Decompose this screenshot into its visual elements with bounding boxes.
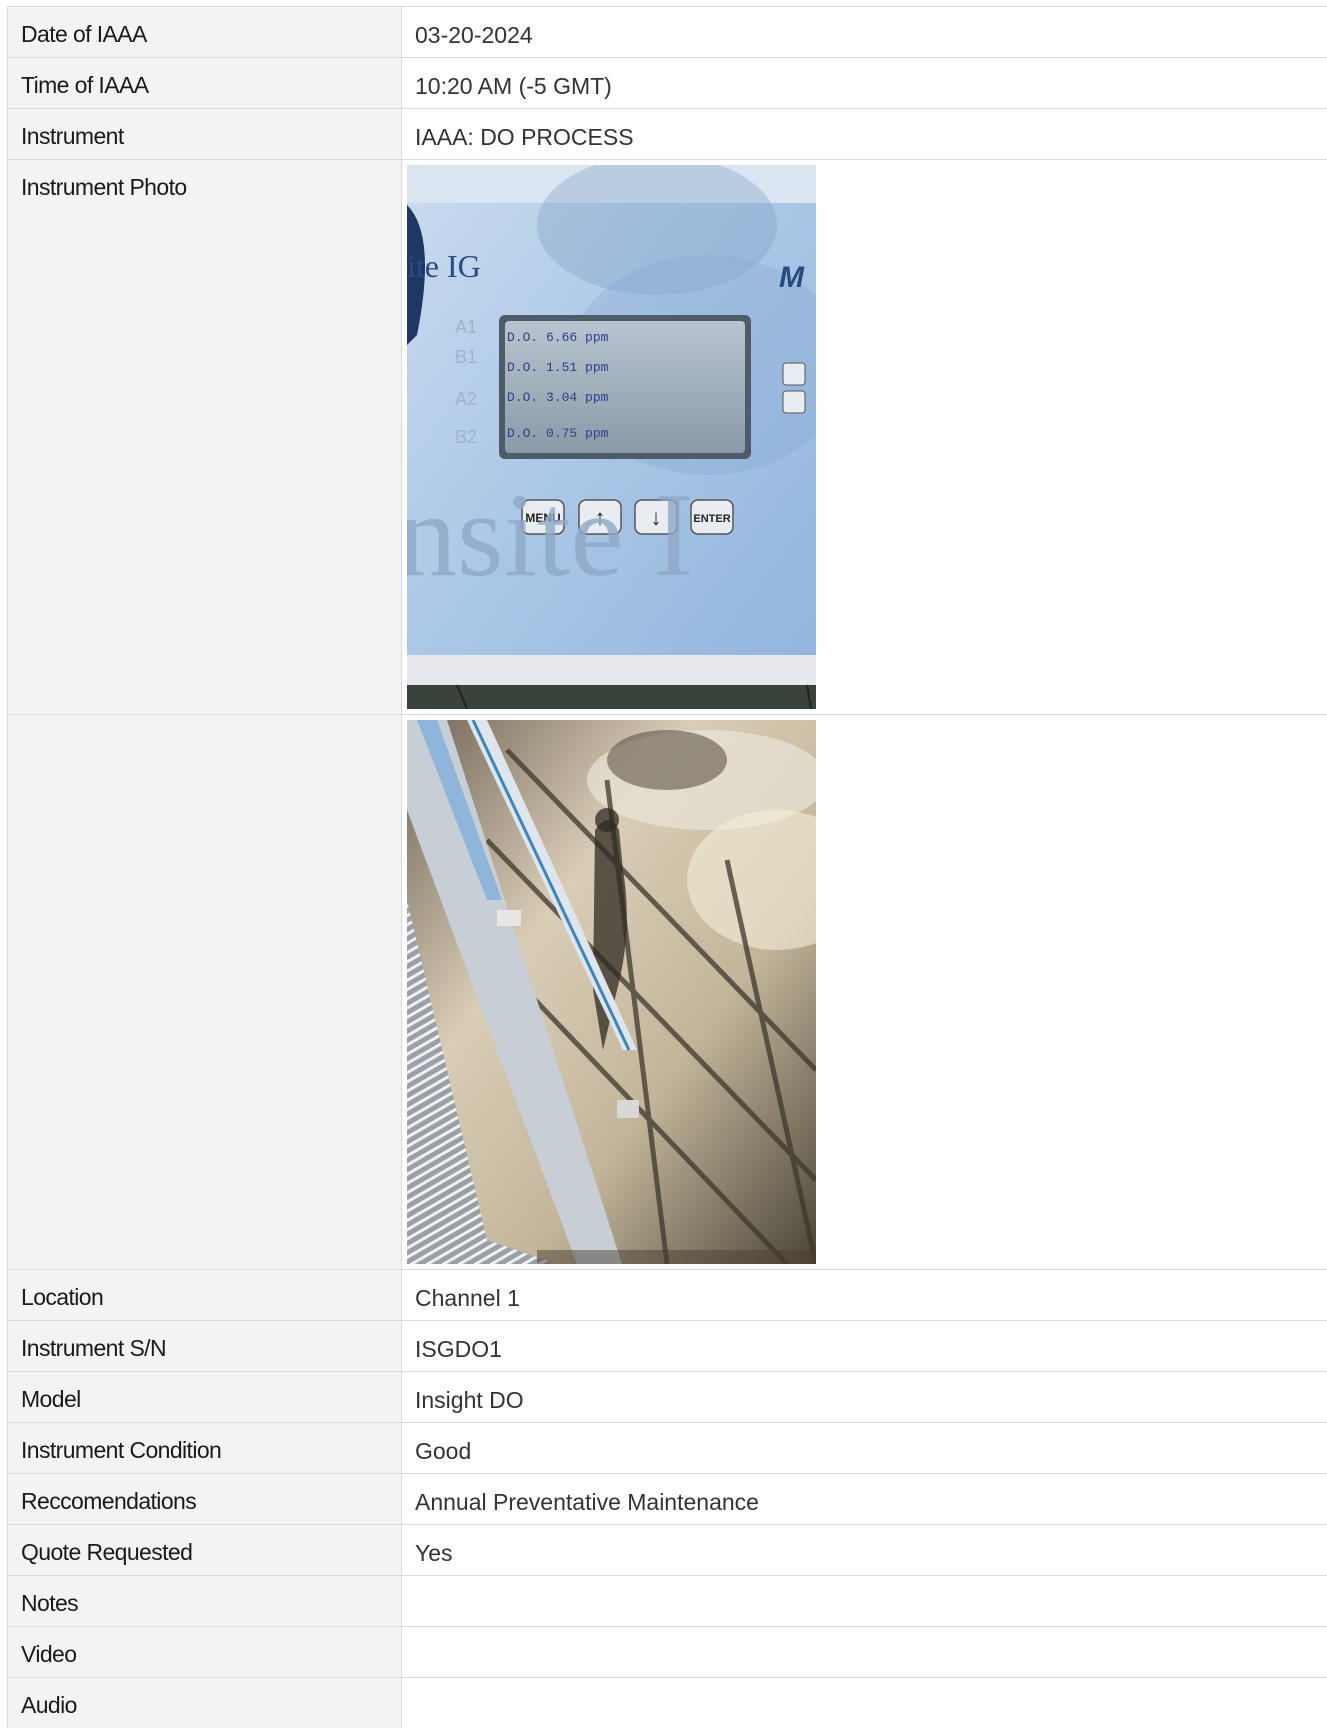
row-instrument: Instrument IAAA: DO PROCESS xyxy=(7,108,1327,159)
row-date: Date of IAAA 03-20-2024 xyxy=(7,6,1327,57)
lcd-reading: D.O. 0.75 ppm xyxy=(507,426,609,441)
row-condition: Instrument Condition Good xyxy=(7,1422,1327,1473)
row-value: 03-20-2024 xyxy=(402,7,1327,57)
row-value: Channel 1 xyxy=(402,1270,1327,1320)
row-serial: Instrument S/N ISGDO1 xyxy=(7,1320,1327,1371)
photo-cell: ite IG M A1 B1 A2 B2 D.O. 6.66 ppm D.O. … xyxy=(402,160,1327,714)
inspection-table: Date of IAAA 03-20-2024 Time of IAAA 10:… xyxy=(7,6,1327,1728)
row-audio: Audio xyxy=(7,1677,1327,1728)
row-value xyxy=(402,1678,1327,1728)
row-video: Video xyxy=(7,1626,1327,1677)
channel-label: A2 xyxy=(455,389,477,409)
watermark-text: nsite I xyxy=(407,468,694,601)
channel-label: B2 xyxy=(455,427,477,447)
row-label: Date of IAAA xyxy=(7,7,402,57)
channel-label: B1 xyxy=(455,347,477,367)
row-model: Model Insight DO xyxy=(7,1371,1327,1422)
row-quote-requested: Quote Requested Yes xyxy=(7,1524,1327,1575)
lcd-reading: D.O. 1.51 ppm xyxy=(507,360,609,375)
enter-key-label: ENTER xyxy=(693,513,730,525)
row-recommendations: Reccomendations Annual Preventative Main… xyxy=(7,1473,1327,1524)
logo-text: ite IG xyxy=(407,248,481,284)
row-notes: Notes xyxy=(7,1575,1327,1626)
row-location: Location Channel 1 xyxy=(7,1269,1327,1320)
channel-site-photo[interactable] xyxy=(407,720,816,1264)
row-label: Audio xyxy=(7,1678,402,1728)
row-label: Instrument xyxy=(7,109,402,159)
brand-text: M xyxy=(779,261,805,294)
row-value: IAAA: DO PROCESS xyxy=(402,109,1327,159)
lcd-reading: D.O. 6.66 ppm xyxy=(507,330,609,345)
row-value xyxy=(402,1627,1327,1677)
row-label: Model xyxy=(7,1372,402,1422)
row-label: Instrument Photo xyxy=(7,160,402,714)
row-instrument-photo-2 xyxy=(7,714,1327,1269)
row-label: Instrument Condition xyxy=(7,1423,402,1473)
photo-cell xyxy=(402,715,1327,1269)
row-label: Location xyxy=(7,1270,402,1320)
lcd-reading: D.O. 3.04 ppm xyxy=(507,390,609,405)
side-down-key xyxy=(782,390,806,414)
row-label: Quote Requested xyxy=(7,1525,402,1575)
row-value: Insight DO xyxy=(402,1372,1327,1422)
row-instrument-photo: Instrument Photo ite IG M A1 B1 A2 B2 D.… xyxy=(7,159,1327,714)
side-up-key xyxy=(782,362,806,386)
row-time: Time of IAAA 10:20 AM (-5 GMT) xyxy=(7,57,1327,108)
row-label: Instrument S/N xyxy=(7,1321,402,1371)
row-label xyxy=(7,715,402,1269)
row-value: ISGDO1 xyxy=(402,1321,1327,1371)
row-value: 10:20 AM (-5 GMT) xyxy=(402,58,1327,108)
row-value xyxy=(402,1576,1327,1626)
row-label: Notes xyxy=(7,1576,402,1626)
row-label: Reccomendations xyxy=(7,1474,402,1524)
row-label: Video xyxy=(7,1627,402,1677)
instrument-display-photo[interactable]: ite IG M A1 B1 A2 B2 D.O. 6.66 ppm D.O. … xyxy=(407,165,816,709)
row-value: Yes xyxy=(402,1525,1327,1575)
channel-label: A1 xyxy=(455,317,477,337)
row-value: Good xyxy=(402,1423,1327,1473)
row-label: Time of IAAA xyxy=(7,58,402,108)
row-value: Annual Preventative Maintenance xyxy=(402,1474,1327,1524)
